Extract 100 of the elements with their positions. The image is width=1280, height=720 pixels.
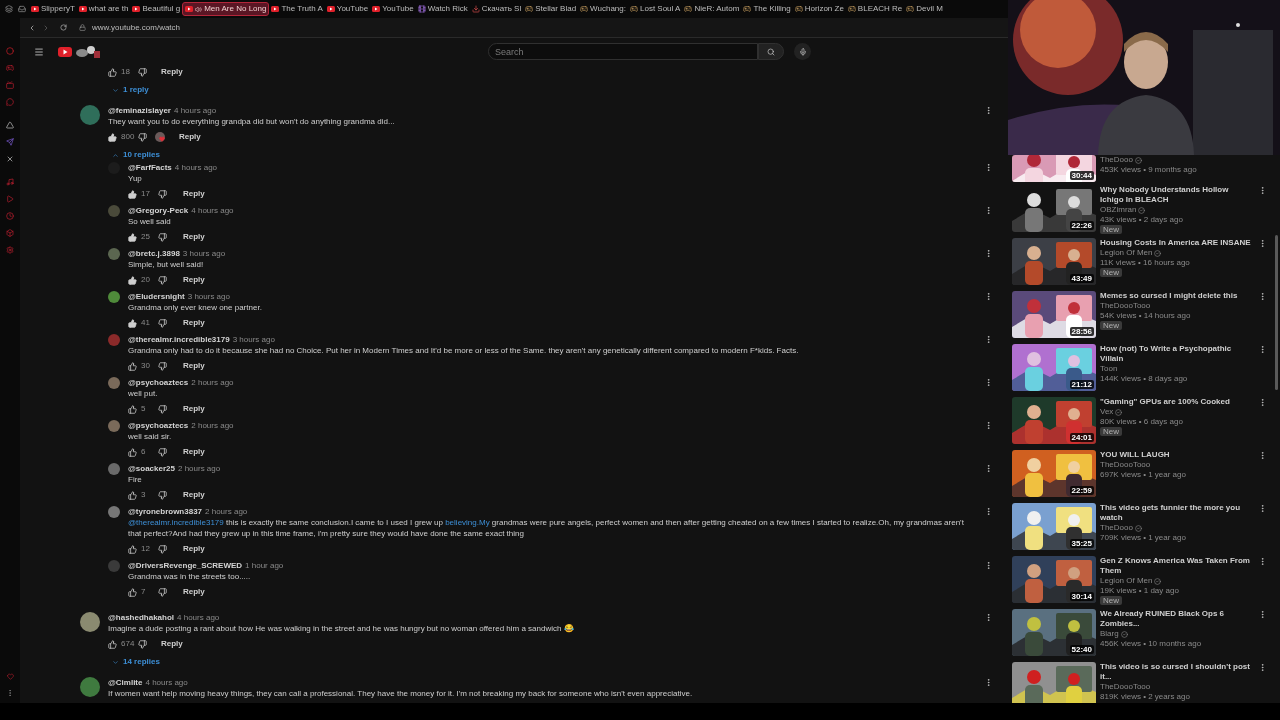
more-icon[interactable] <box>1258 504 1267 513</box>
video-title[interactable]: This video is so cursed I shouldn't post it... <box>1100 662 1254 682</box>
replies-toggle[interactable]: 1 reply <box>108 84 155 96</box>
search-field[interactable]: Search <box>488 43 758 60</box>
like-icon[interactable] <box>128 189 137 199</box>
more-icon[interactable] <box>984 561 993 570</box>
more-icon[interactable] <box>984 249 993 258</box>
like-icon[interactable] <box>128 447 137 457</box>
reply-button[interactable]: Reply <box>175 131 205 143</box>
like-icon[interactable] <box>128 361 137 371</box>
more-icon[interactable] <box>1258 451 1267 460</box>
like-icon[interactable] <box>108 132 117 142</box>
browser-tab[interactable]: Скачать Sl <box>469 2 524 16</box>
avatar[interactable] <box>80 612 100 632</box>
more-icon[interactable] <box>984 106 993 115</box>
comment-author[interactable]: @DriversRevenge_SCREWED <box>128 560 243 571</box>
more-icon[interactable] <box>1258 398 1267 407</box>
video-title[interactable]: How (not) To Write a Psychopathic Villain <box>1100 344 1254 364</box>
channel-name[interactable]: OBZimran <box>1100 205 1137 215</box>
comment-author[interactable]: @feminazislayer <box>108 105 171 116</box>
video-title[interactable]: YOU WILL LAUGH <box>1100 450 1254 460</box>
replies-toggle[interactable]: 10 replies <box>108 149 166 161</box>
like-icon[interactable] <box>128 544 137 554</box>
comment-author[interactable]: @Eludersnight <box>128 291 185 302</box>
dislike-icon[interactable] <box>158 447 167 457</box>
avatar[interactable] <box>80 677 100 697</box>
browser-tab[interactable]: Lost Soul A <box>628 2 683 16</box>
layers-icon[interactable] <box>5 5 13 13</box>
channel-name[interactable]: TheDooo <box>1100 523 1133 533</box>
dislike-icon[interactable] <box>158 232 167 242</box>
browser-tab[interactable]: YouTube <box>370 2 416 16</box>
replies-toggle[interactable]: 14 replies <box>108 656 166 668</box>
channel-name[interactable]: TheDooo <box>1100 155 1133 165</box>
play-logo-icon[interactable] <box>58 44 102 59</box>
video-title[interactable]: We Already RUINED Black Ops 6 Zombies... <box>1100 609 1254 629</box>
channel-name[interactable]: Legion Of Men <box>1100 248 1153 258</box>
more-icon[interactable] <box>984 464 993 473</box>
browser-tab[interactable]: Wuchang: <box>578 2 628 16</box>
avatar[interactable] <box>108 463 120 475</box>
more-icon[interactable] <box>1258 345 1267 354</box>
channel-name[interactable]: Blarg <box>1100 629 1119 639</box>
back-icon[interactable] <box>28 23 36 32</box>
avatar[interactable] <box>108 377 120 389</box>
browser-tab[interactable]: YouTube <box>324 2 371 16</box>
more-icon[interactable] <box>984 335 993 344</box>
more-icon[interactable] <box>1258 557 1267 566</box>
more-icon[interactable] <box>1258 610 1267 619</box>
browser-tab[interactable]: The Truth A <box>269 2 325 16</box>
comment-author[interactable]: @therealmr.incredible3179 <box>128 334 230 345</box>
mic-button[interactable] <box>794 43 811 60</box>
reply-button[interactable]: Reply <box>157 66 187 78</box>
avatar[interactable] <box>80 105 100 125</box>
video-title[interactable]: Gen Z Knows America Was Taken From Them <box>1100 556 1254 576</box>
channel-name[interactable]: Toon <box>1100 364 1118 374</box>
comment-author[interactable]: @psychoaztecs <box>128 420 189 431</box>
browser-tab[interactable]: NieR: Autom <box>682 2 742 16</box>
avatar[interactable] <box>108 291 120 303</box>
dislike-icon[interactable] <box>138 67 147 77</box>
comment-author[interactable]: @FarfFacts <box>128 162 172 173</box>
like-icon[interactable] <box>108 67 117 77</box>
reply-button[interactable]: Reply <box>179 360 209 372</box>
browser-tab[interactable]: Men Are No Long <box>182 2 270 16</box>
scrollbar[interactable] <box>1275 235 1278 390</box>
x-icon[interactable] <box>6 155 14 163</box>
channel-name[interactable]: Vex <box>1100 407 1114 417</box>
browser-tab[interactable]: SlipperyT <box>29 2 77 16</box>
like-icon[interactable] <box>108 639 117 649</box>
more-icon[interactable] <box>984 507 993 516</box>
video-title[interactable]: Why Nobody Understands Hollow Ichigo In BLEACH <box>1100 185 1254 205</box>
reply-button[interactable]: Reply <box>179 274 209 286</box>
comment-author[interactable]: @Gregory-Peck <box>128 205 189 216</box>
comment-author[interactable]: @bretc.j.3898 <box>128 248 180 259</box>
avatar[interactable] <box>108 420 120 432</box>
avatar[interactable] <box>108 248 120 260</box>
address-field[interactable]: www.youtube.com/watch <box>92 21 181 34</box>
reply-button[interactable]: Reply <box>179 489 209 501</box>
video-title[interactable]: "Gaming" GPUs are 100% Cooked <box>1100 397 1254 407</box>
like-icon[interactable] <box>128 232 137 242</box>
channel-name[interactable]: Legion Of Men <box>1100 576 1153 586</box>
reply-button[interactable]: Reply <box>179 403 209 415</box>
more-icon[interactable] <box>984 206 993 215</box>
menu-icon[interactable] <box>34 46 44 57</box>
more-icon[interactable] <box>1258 239 1267 248</box>
browser-tab[interactable]: Beautiful g <box>130 2 183 16</box>
reply-button[interactable]: Reply <box>179 446 209 458</box>
more-icon[interactable] <box>1258 186 1267 195</box>
dislike-icon[interactable] <box>158 544 167 554</box>
reload-icon[interactable] <box>60 24 67 31</box>
like-icon[interactable] <box>128 490 137 500</box>
browser-tab[interactable]: BLEACH Re <box>845 2 905 16</box>
channel-name[interactable]: TheDoooTooo <box>1100 301 1151 311</box>
more-icon[interactable] <box>984 678 993 687</box>
comment-author[interactable]: @Cimlite <box>108 677 143 688</box>
reply-button[interactable]: Reply <box>179 317 209 329</box>
triangle-icon[interactable] <box>6 121 14 129</box>
speaker-icon[interactable] <box>195 5 203 13</box>
comment-author[interactable]: @soacker25 <box>128 463 175 474</box>
channel-name[interactable]: TheDoooTooo <box>1100 682 1151 692</box>
browser-tab[interactable]: Horizon Ze <box>792 2 846 16</box>
channel-name[interactable]: TheDoooTooo <box>1100 460 1151 470</box>
